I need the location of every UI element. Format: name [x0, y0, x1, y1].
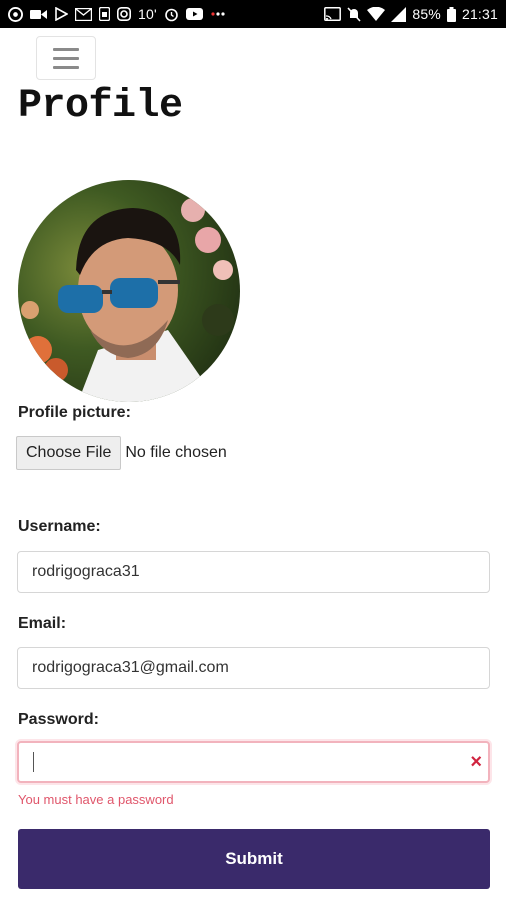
battery-percent: 85%	[412, 6, 441, 22]
error-x-icon: ×	[470, 751, 482, 773]
sim-icon	[99, 7, 110, 21]
file-input[interactable]: Choose File No file chosen	[16, 436, 227, 470]
email-field[interactable]: rodrigograca31@gmail.com	[17, 647, 490, 689]
menu-icon-bar	[53, 65, 79, 69]
menu-icon-bar	[53, 56, 79, 60]
signal-icon	[391, 6, 407, 22]
alarm-icon	[164, 7, 179, 22]
status-bar: 10' 85% 21:31	[0, 0, 506, 28]
password-label: Password:	[18, 711, 99, 728]
username-field[interactable]: rodrigograca31	[17, 551, 490, 593]
chrome-icon	[8, 6, 23, 22]
youtube-icon	[185, 8, 203, 20]
menu-icon-bar	[53, 47, 79, 51]
email-label: Email:	[18, 615, 67, 632]
battery-icon	[446, 6, 456, 22]
hamburger-menu-button[interactable]	[36, 36, 96, 80]
dots-icon	[210, 10, 226, 18]
password-field[interactable]: ×	[17, 741, 490, 783]
instagram-icon	[117, 7, 131, 21]
gmail-icon	[75, 7, 92, 21]
page-title: Profile	[18, 84, 183, 129]
wifi-icon	[367, 7, 386, 21]
clock-time: 21:31	[461, 6, 498, 22]
temperature-text: 10'	[138, 6, 157, 22]
file-status-text: No file chosen	[125, 444, 227, 461]
avatar	[18, 180, 240, 402]
mute-icon	[347, 6, 361, 22]
submit-button[interactable]: Submit	[18, 829, 490, 889]
text-cursor	[33, 752, 34, 772]
video-icon	[30, 8, 47, 21]
password-error-message: You must have a password	[18, 792, 174, 807]
profile-picture-label: Profile picture:	[18, 404, 131, 421]
choose-file-button[interactable]: Choose File	[16, 436, 122, 470]
play-icon	[54, 7, 68, 21]
username-label: Username:	[18, 518, 101, 535]
cast-icon	[324, 7, 342, 21]
